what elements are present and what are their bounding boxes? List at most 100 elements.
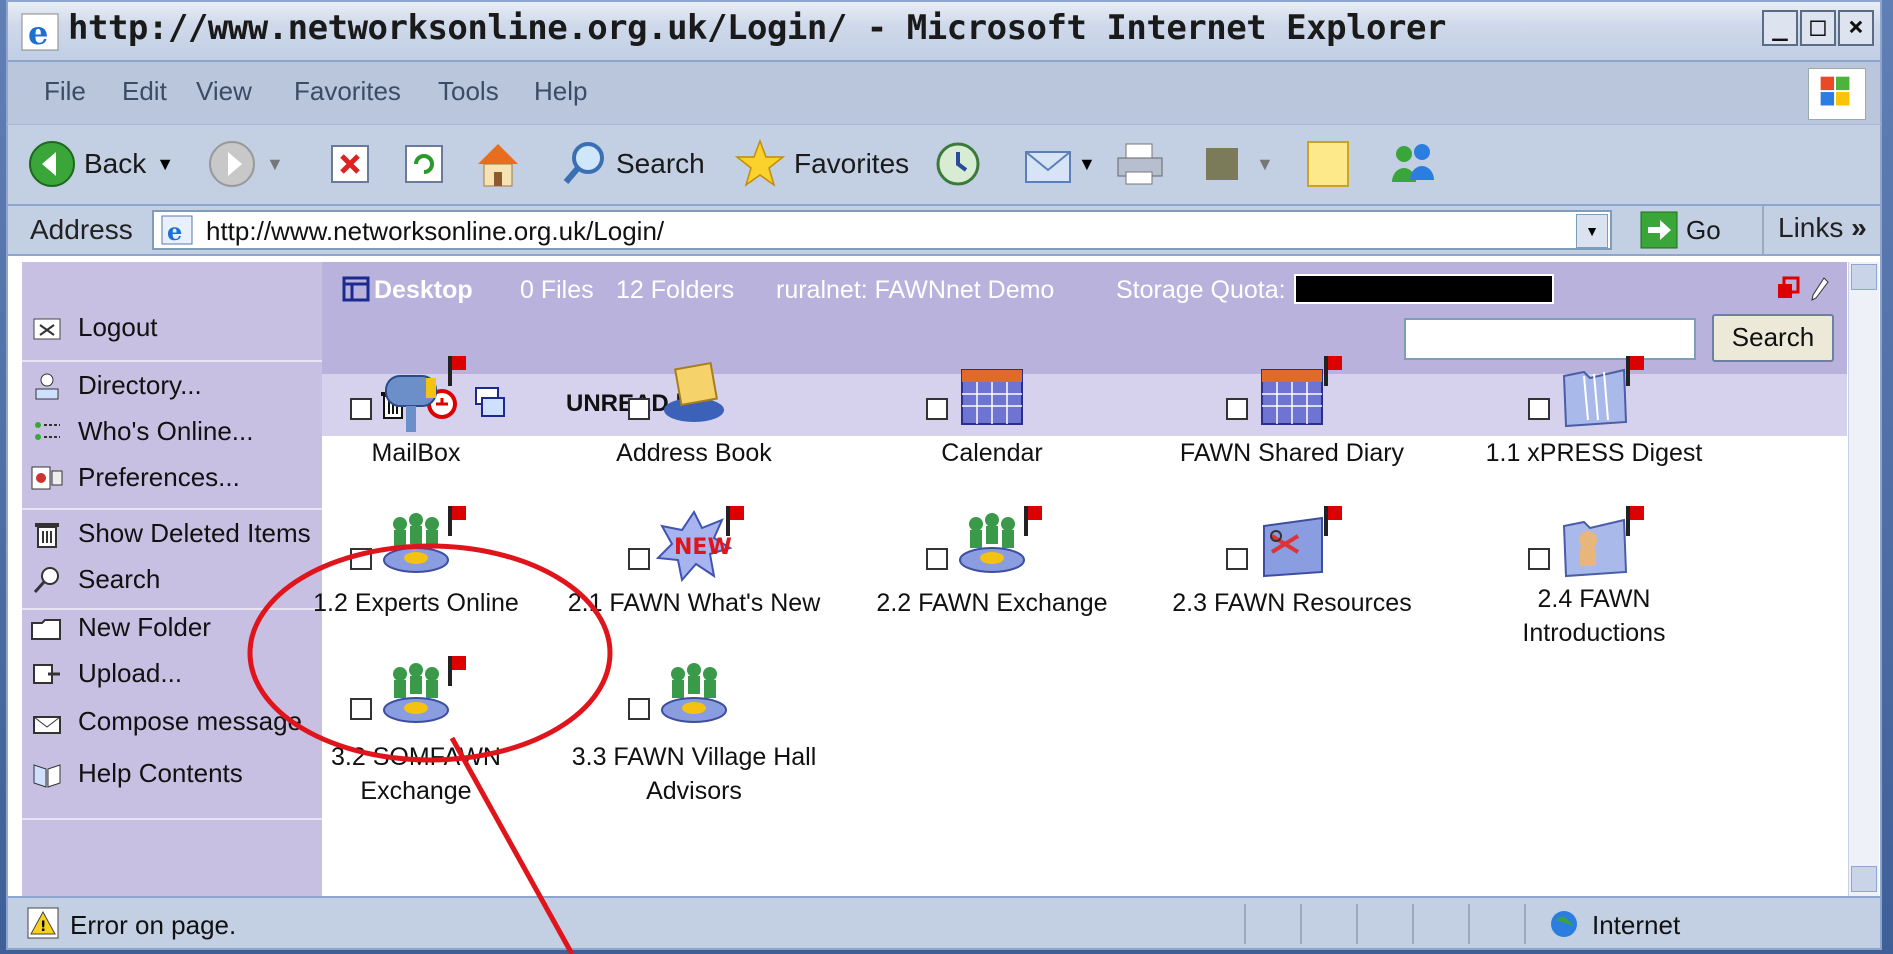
back-button[interactable]: Back ▼: [28, 135, 174, 193]
window-title: http://www.networksonline.org.uk/Login/ …: [68, 8, 1446, 48]
address-dropdown-button[interactable]: ▼: [1576, 214, 1608, 248]
maximize-button[interactable]: □: [1800, 10, 1836, 46]
home-button[interactable]: [472, 135, 524, 193]
go-button[interactable]: Go: [1640, 210, 1721, 250]
print-button[interactable]: [1114, 135, 1166, 193]
item-label[interactable]: 3.2 SOMFAWN Exchange: [256, 740, 576, 808]
group-icon: [383, 513, 449, 573]
calendar-icon: [1261, 369, 1323, 425]
close-button[interactable]: ×: [1838, 10, 1874, 46]
minimize-button[interactable]: _: [1762, 10, 1798, 46]
sidebar-item-show-deleted[interactable]: Show Deleted Items: [22, 518, 311, 549]
sidebar-item-upload[interactable]: Upload...: [22, 658, 182, 689]
refresh-button[interactable]: [402, 135, 446, 193]
preferences-icon: [31, 466, 63, 489]
item-label[interactable]: FAWN Shared Diary: [1132, 436, 1452, 470]
folder-item[interactable]: 2.4 FAWN Introductions: [1494, 506, 1784, 647]
search-button[interactable]: Search: [1712, 314, 1834, 362]
sidebar-item-new-folder[interactable]: New Folder: [22, 612, 211, 643]
forward-button[interactable]: ▼: [208, 135, 284, 193]
item-label[interactable]: 2.3 FAWN Resources: [1132, 586, 1452, 620]
sidebar-item-directory[interactable]: Directory...: [22, 370, 202, 401]
search-icon: [33, 566, 59, 593]
directory-icon: [35, 373, 59, 399]
edit-button[interactable]: ▼: [1202, 135, 1274, 193]
item-checkbox[interactable]: [628, 698, 650, 720]
item-label[interactable]: Address Book: [534, 436, 854, 470]
menu-edit[interactable]: Edit: [122, 76, 167, 107]
address-book-icon: [664, 361, 724, 422]
item-checkbox[interactable]: [628, 398, 650, 420]
window-icon[interactable]: [1776, 276, 1802, 302]
address-label: Address: [30, 214, 133, 245]
item-label[interactable]: 1.1 xPRESS Digest: [1434, 436, 1754, 470]
item-label[interactable]: MailBox: [256, 436, 576, 470]
item-label[interactable]: 2.2 FAWN Exchange: [832, 586, 1152, 620]
sidebar-item-search[interactable]: Search: [22, 564, 160, 595]
trash-icon: [35, 522, 59, 548]
item-checkbox[interactable]: [1226, 398, 1248, 420]
menu-file[interactable]: File: [44, 76, 86, 107]
item-checkbox[interactable]: [926, 398, 948, 420]
search-icon: [563, 142, 604, 184]
folder-icon: [1562, 368, 1628, 428]
title-bar: e http://www.networksonline.org.uk/Login…: [6, 0, 1882, 62]
vertical-scrollbar[interactable]: [1848, 262, 1879, 896]
page-icon: e: [161, 215, 193, 246]
item-label[interactable]: 1.2 Experts Online: [256, 586, 576, 620]
menu-tools[interactable]: Tools: [438, 76, 499, 107]
menu-favorites[interactable]: Favorites: [294, 76, 401, 107]
folder-person-icon: [1562, 518, 1628, 578]
mail-button[interactable]: ▼: [1022, 135, 1096, 193]
pencil-icon[interactable]: [1810, 276, 1830, 302]
svg-text:NEW: NEW: [674, 535, 732, 560]
messenger-button[interactable]: [1384, 135, 1440, 193]
item-label[interactable]: 2.1 FAWN What's New: [534, 586, 854, 620]
favorites-button[interactable]: Favorites: [734, 135, 909, 193]
item-checkbox[interactable]: [1528, 398, 1550, 420]
group-icon: [959, 513, 1025, 573]
warning-icon[interactable]: !: [26, 906, 60, 940]
note-icon: [1307, 141, 1349, 187]
item-checkbox[interactable]: [628, 548, 650, 570]
users-online-icon: [35, 421, 60, 440]
item-checkbox[interactable]: [1226, 548, 1248, 570]
folder-item[interactable]: 1.1 xPRESS Digest: [1486, 356, 1784, 486]
discuss-button[interactable]: [1304, 135, 1352, 193]
svg-text:e: e: [28, 14, 48, 52]
file-count: 0 Files: [520, 276, 594, 304]
scroll-up-button[interactable]: [1851, 264, 1877, 290]
logout-icon: [33, 318, 61, 339]
item-label[interactable]: 3.3 FAWN Village Hall Advisors: [534, 740, 854, 808]
item-label[interactable]: 2.4 FAWN Introductions: [1434, 582, 1754, 650]
search-toolbar-button[interactable]: Search: [560, 135, 705, 193]
status-bar: ! Error on page. Internet: [6, 896, 1882, 950]
sidebar-item-help[interactable]: Help Contents: [22, 758, 243, 789]
links-button[interactable]: Links »: [1778, 212, 1867, 244]
item-checkbox[interactable]: [350, 398, 372, 420]
item-checkbox[interactable]: [350, 548, 372, 570]
new-folder-icon: [31, 618, 61, 640]
stop-button[interactable]: [328, 135, 372, 193]
folder-item[interactable]: 3.3 FAWN Village Hall Advisors: [572, 656, 884, 805]
flag-icon: [1324, 506, 1342, 536]
sidebar-item-whos-online[interactable]: Who's Online...: [22, 416, 253, 447]
sidebar-item-preferences[interactable]: Preferences...: [22, 462, 240, 493]
menu-help[interactable]: Help: [534, 76, 587, 107]
item-checkbox[interactable]: [350, 698, 372, 720]
resources-icon: [1263, 516, 1323, 578]
flag-icon: [1626, 356, 1644, 386]
sidebar-item-compose[interactable]: Compose message: [22, 706, 302, 737]
history-button[interactable]: [934, 135, 982, 193]
chevron-down-icon: ▼: [1078, 153, 1096, 174]
menu-view[interactable]: View: [196, 76, 252, 107]
item-label[interactable]: Calendar: [832, 436, 1152, 470]
desktop-icon: [342, 276, 370, 302]
item-checkbox[interactable]: [1528, 548, 1550, 570]
address-input[interactable]: e http://www.networksonline.org.uk/Login…: [152, 210, 1612, 250]
search-input[interactable]: [1404, 318, 1696, 360]
flag-icon: [448, 356, 466, 386]
sidebar-item-logout[interactable]: Logout: [22, 312, 158, 343]
scroll-down-button[interactable]: [1851, 866, 1877, 892]
item-checkbox[interactable]: [926, 548, 948, 570]
